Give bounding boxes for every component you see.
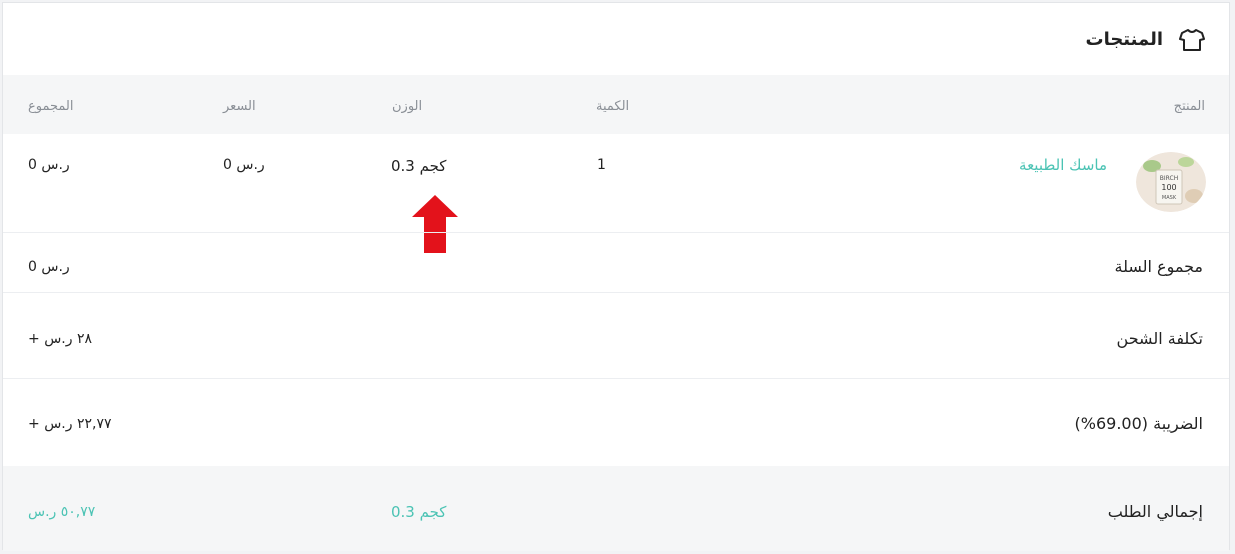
svg-text:BIRCH: BIRCH [1160, 175, 1178, 182]
row-total-value: 0 ر.س [28, 157, 70, 173]
order-total-value: ٥٠,٧٧ ر.س [28, 504, 96, 520]
divider [3, 232, 1229, 233]
shipping-label: تكلفة الشحن [1116, 329, 1203, 348]
up-arrow-icon [412, 195, 458, 253]
table-header: المنتج الكمية الوزن السعر المجموع [3, 75, 1229, 134]
tax-value: + ٢٢,٧٧ ر.س [28, 416, 112, 432]
divider [3, 378, 1229, 379]
column-header-quantity: الكمية [596, 99, 630, 114]
cart-total-label: مجموع السلة [1114, 257, 1203, 276]
shipping-value: + ٢٨ ر.س [28, 331, 92, 347]
product-name-link[interactable]: ماسك الطبيعة [1019, 156, 1107, 174]
cart-total-value: 0 ر.س [28, 259, 70, 275]
order-total-label: إجمالي الطلب [1107, 502, 1203, 521]
quantity-value: 1 [597, 157, 606, 173]
card-title: المنتجات [1085, 29, 1163, 50]
svg-text:100: 100 [1161, 183, 1176, 192]
products-card: المنتجات المنتج الكمية الوزن السعر المجم… [2, 2, 1230, 551]
svg-text:MASK: MASK [1162, 195, 1177, 201]
tax-label: الضريبة (69.00%) [1074, 414, 1203, 433]
order-total-row: إجمالي الطلب 0.3 كجم ٥٠,٧٧ ر.س [3, 466, 1229, 551]
column-header-product: المنتج [1173, 99, 1205, 114]
column-header-total: المجموع [28, 99, 74, 114]
column-header-weight: الوزن [392, 99, 423, 114]
order-total-weight: 0.3 كجم [391, 503, 447, 521]
weight-value: 0.3 كجم [391, 157, 447, 175]
product-image[interactable]: BIRCH 100 MASK [1136, 152, 1206, 212]
card-header: المنتجات [3, 3, 1229, 75]
tshirt-icon [1179, 29, 1205, 51]
price-value: 0 ر.س [223, 157, 265, 173]
column-header-price: السعر [223, 99, 256, 114]
divider [3, 292, 1229, 293]
